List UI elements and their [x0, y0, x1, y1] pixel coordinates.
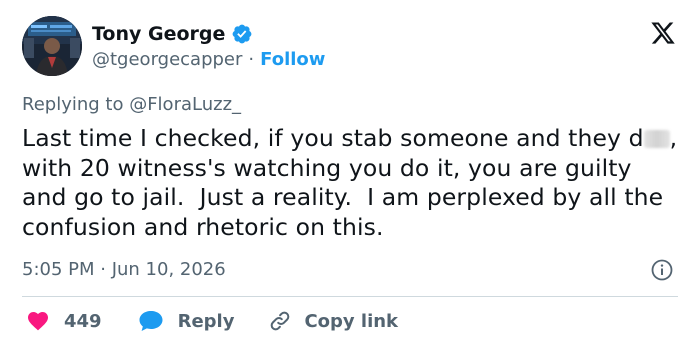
tweet-text-part-1: Last time I checked, if you stab someone… [22, 124, 644, 152]
info-icon[interactable] [650, 258, 674, 282]
separator-dot: · [248, 49, 255, 70]
speech-bubble-icon [139, 311, 163, 331]
tweet-timestamp[interactable]: 5:05 PM · Jun 10, 2026 [22, 258, 226, 282]
avatar[interactable] [22, 16, 82, 76]
reply-context-prefix: Replying to [22, 94, 130, 115]
author-handle[interactable]: @tgeorgecapper [92, 48, 242, 72]
author-display-name[interactable]: Tony George [92, 22, 225, 46]
x-logo-icon[interactable] [650, 20, 676, 46]
reply-button[interactable]: Reply [138, 309, 235, 333]
reply-label: Reply [177, 310, 235, 332]
copy-link-button[interactable]: Copy link [268, 309, 398, 333]
divider [22, 296, 678, 297]
follow-button[interactable]: Follow [260, 48, 325, 72]
avatar-photo [22, 16, 82, 76]
action-bar: 449 Reply Copy link [26, 307, 398, 335]
author-name-row: Tony George [92, 22, 253, 46]
tweet-text: Last time I checked, if you stab someone… [22, 124, 682, 242]
like-button[interactable]: 449 [26, 309, 102, 333]
verified-badge-icon [233, 24, 252, 44]
blurred-word [643, 130, 670, 148]
heart-icon [28, 312, 48, 331]
author-handle-row: @tgeorgecapper · Follow [92, 48, 325, 72]
reply-mention-link[interactable]: @FloraLuzz_ [129, 94, 241, 115]
reply-context: Replying to @FloraLuzz_ [22, 93, 241, 117]
copy-link-label: Copy link [304, 310, 399, 332]
tweet-card: Tony George @tgeorgecapper · Follow Repl… [0, 0, 700, 348]
like-count: 449 [64, 310, 102, 332]
link-icon [271, 311, 290, 331]
